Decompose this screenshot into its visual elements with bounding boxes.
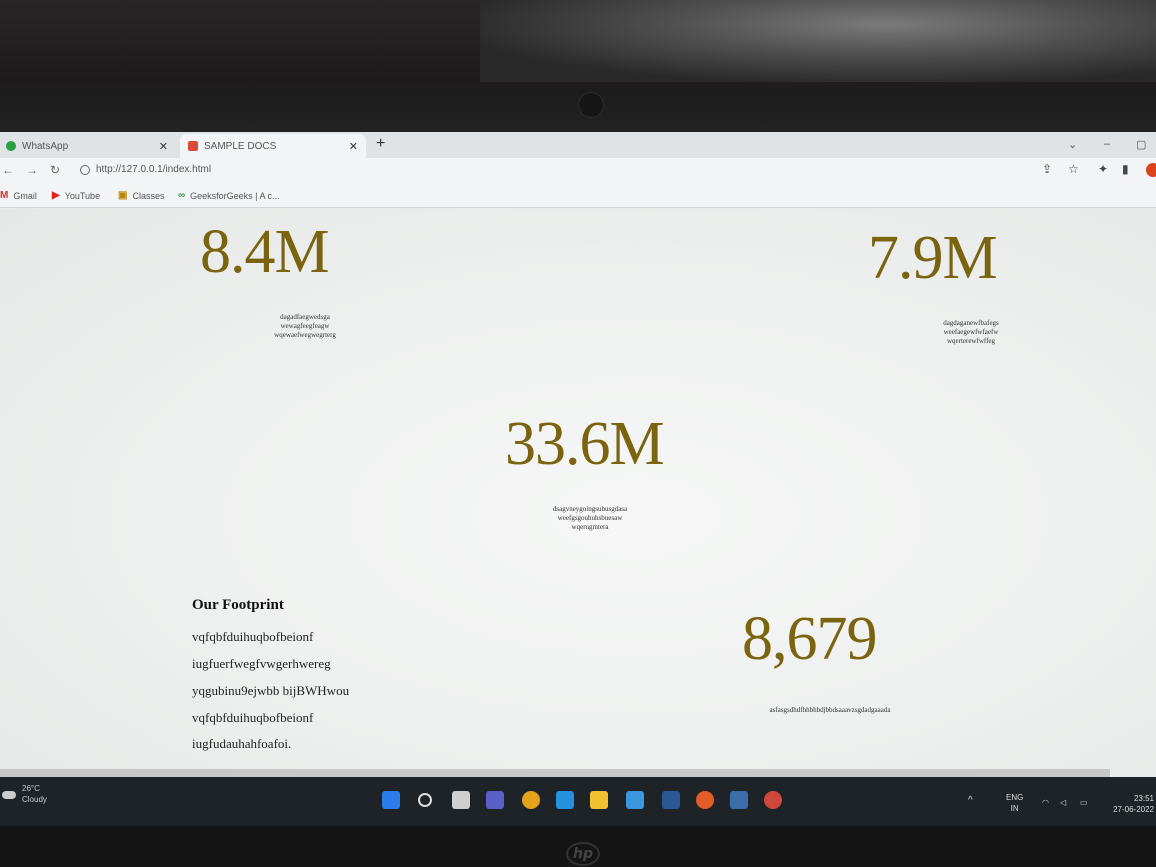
chevron-down-icon[interactable]: ⌄ <box>1068 138 1077 151</box>
language-indicator[interactable]: ENG IN <box>1006 792 1023 814</box>
wifi-icon[interactable]: ◠ <box>1042 797 1049 808</box>
search-icon[interactable] <box>418 793 432 807</box>
sidebar-icon[interactable]: ▮ <box>1122 162 1129 176</box>
stat-description: dsagvneygoingsubusgdasa weefgsgouhuhsbues… <box>552 505 628 531</box>
stat-description: dagdaganewfbafegs weefaegewfwfaefw wqerter… <box>943 319 999 345</box>
bookmark-classes[interactable]: ▣ Classes <box>118 190 164 201</box>
bookmark-geeksforgeeks[interactable]: ∞ GeeksforGeeks | A c... <box>178 190 280 201</box>
footprint-line: vqfqbfduihuqbofbeionf <box>192 710 314 725</box>
cloud-icon <box>2 791 16 799</box>
bookmark-gmail[interactable]: M Gmail <box>0 190 37 201</box>
tab-label: WhatsApp <box>22 140 69 152</box>
battery-icon[interactable]: ▭ <box>1080 797 1088 808</box>
weather-temp: 26°C <box>22 784 40 793</box>
minimize-icon[interactable]: – <box>1104 138 1110 150</box>
bookmark-youtube[interactable]: ▶ YouTube <box>52 190 100 201</box>
brave-icon[interactable] <box>696 791 714 809</box>
app-icon[interactable] <box>730 791 748 809</box>
vscode-icon[interactable] <box>556 791 574 809</box>
back-icon[interactable]: ← <box>2 163 14 177</box>
extensions-icon[interactable]: ✦ <box>1098 162 1108 176</box>
forward-icon[interactable]: → <box>26 163 38 177</box>
horizontal-scrollbar[interactable] <box>0 769 1110 777</box>
bookmark-label: YouTube <box>64 190 101 201</box>
footprint-line: iugfudauhahfoafoi. <box>192 736 292 751</box>
close-icon[interactable]: ✕ <box>349 140 358 153</box>
bookmark-star-icon[interactable]: ☆ <box>1068 162 1079 176</box>
stat-value: 8,679 <box>742 605 877 673</box>
page-content: 8.4M dagadfaegwedsga wewagfeegfeagw wqewae… <box>0 209 1156 769</box>
word-icon[interactable] <box>662 791 680 809</box>
stat-description: dagadfaegwedsga wewagfeegfeagw wqewaefwegw… <box>274 313 336 339</box>
browser-tab-strip: WhatsApp ✕ SAMPLE DOCS ✕ + ⌄ – ▢ <box>0 132 1156 158</box>
volume-icon[interactable]: ◁ <box>1060 797 1066 808</box>
whatsapp-icon <box>6 141 16 151</box>
bookmark-label: Classes <box>132 190 165 201</box>
background-cloth <box>480 0 1156 82</box>
sample-docs-favicon-icon <box>188 141 198 151</box>
stat-value: 8.4M <box>200 218 330 286</box>
laptop-screen: WhatsApp ✕ SAMPLE DOCS ✕ + ⌄ – ▢ ← → ↻ h… <box>0 132 1156 826</box>
new-tab-button[interactable]: + <box>376 135 385 153</box>
chevron-up-icon[interactable]: ^ <box>968 795 973 806</box>
footprint-line: yqgubinu9ejwbb bijBWHwou <box>192 683 350 698</box>
footprint-title: Our Footprint <box>192 597 284 613</box>
classes-icon: ▣ <box>118 190 128 201</box>
hp-logo: hp <box>566 842 600 866</box>
gmail-icon: M <box>0 190 9 201</box>
browser-toolbar: ← → ↻ http://127.0.0.1/index.html ⇪ ☆ ✦ … <box>0 158 1156 184</box>
app-icon[interactable] <box>764 791 782 809</box>
weather-condition: Cloudy <box>22 795 47 804</box>
chrome-icon[interactable] <box>522 791 540 809</box>
share-icon[interactable]: ⇪ <box>1042 162 1052 176</box>
geeksforgeeks-icon: ∞ <box>178 190 186 201</box>
windows-taskbar: 26°C Cloudy ^ ENG IN ◠ ◁ ▭ 23:51 27-06-2… <box>0 777 1156 826</box>
reload-icon[interactable]: ↻ <box>50 163 60 177</box>
tab-sample-docs[interactable]: SAMPLE DOCS ✕ <box>180 134 366 158</box>
store-icon[interactable] <box>626 791 644 809</box>
footprint-line: vqfqbfduihuqbofbeionf <box>192 629 314 644</box>
stat-value: 7.9M <box>868 224 998 292</box>
profile-avatar[interactable] <box>1146 163 1156 177</box>
tab-whatsapp[interactable]: WhatsApp ✕ <box>4 134 176 158</box>
stat-description: asfasgsdhdfhhbhbdjbbdsaaavzsgdadgaaada <box>769 706 891 714</box>
bookmarks-bar: M Gmail ▶ YouTube ▣ Classes ∞ GeeksforGe… <box>0 184 1156 208</box>
clock[interactable]: 23:51 27-06-2022 <box>1104 793 1154 815</box>
file-explorer-icon[interactable] <box>590 791 608 809</box>
close-icon[interactable]: ✕ <box>159 140 168 153</box>
task-view-icon[interactable] <box>452 791 470 809</box>
webcam <box>578 92 604 118</box>
footprint-line: iugfuerfwegfvwgerhwereg <box>192 656 331 671</box>
stat-value: 33.6M <box>505 410 665 478</box>
address-bar[interactable]: http://127.0.0.1/index.html <box>96 164 211 175</box>
bookmark-label: GeeksforGeeks | A c... <box>190 190 280 201</box>
tab-label: SAMPLE DOCS <box>204 140 277 152</box>
teams-icon[interactable] <box>486 791 504 809</box>
maximize-icon[interactable]: ▢ <box>1136 138 1146 151</box>
info-icon[interactable] <box>80 165 90 175</box>
youtube-icon: ▶ <box>52 190 60 201</box>
start-icon[interactable] <box>382 791 400 809</box>
bookmark-label: Gmail <box>13 190 37 201</box>
